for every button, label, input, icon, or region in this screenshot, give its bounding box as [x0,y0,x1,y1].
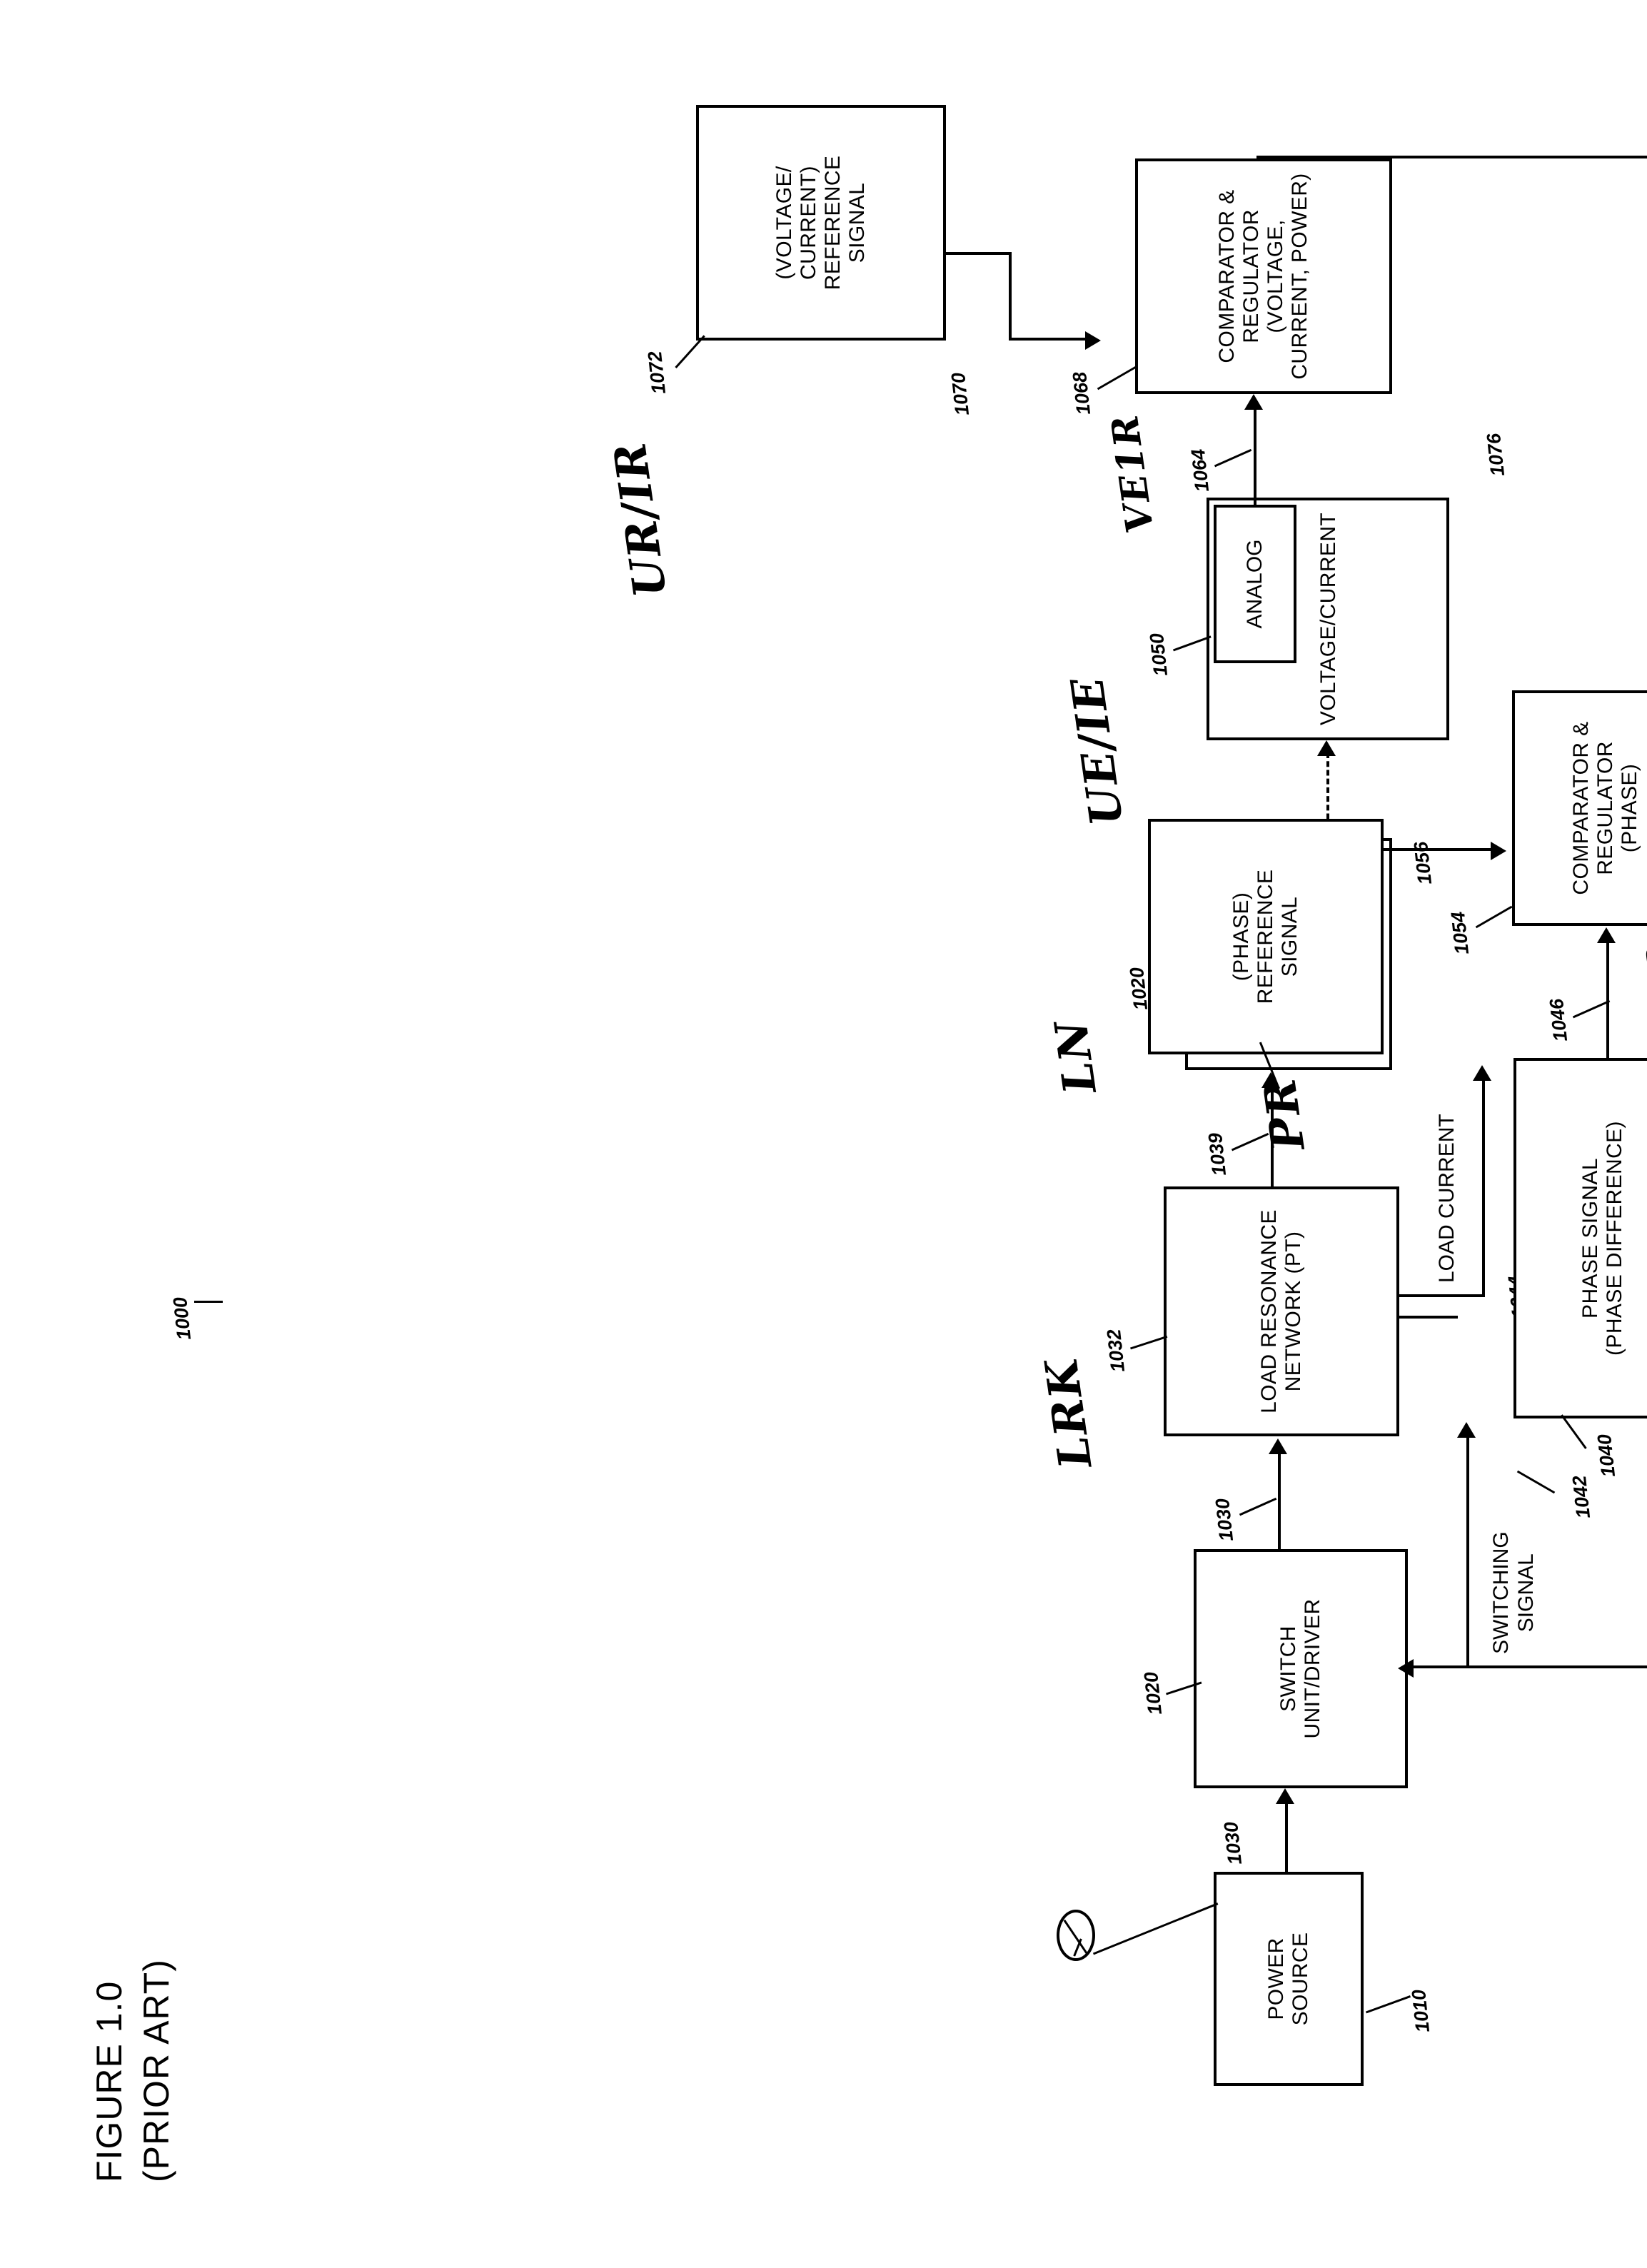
block-vi-reference-signal: (VOLTAGE/ CURRENT) REFERENCE SIGNAL [696,105,946,341]
numeral-comparator-vcp: 1068 [1068,371,1095,416]
numeral-voltage-current: 1050 [1145,632,1172,677]
arrowhead-phase-ref-to-comparator [1491,842,1506,860]
numeral-power-source: 1010 [1407,1988,1434,2034]
patent-figure-sheet: FIGURE 1.0 (PRIOR ART) 1000 POWER SOURCE… [0,0,1647,2268]
leader-phase-signal [1561,1414,1587,1449]
link-load-current [1482,1076,1485,1297]
block-voltage-current-label: VOLTAGE/CURRENT [1316,512,1340,726]
leader-vi-reference [675,335,705,369]
leader-voltage-current [1172,635,1212,652]
leader-circled-cross [1092,1902,1219,1955]
block-comparator-regulator-vcp-label: COMPARATOR & REGULATOR (VOLTAGE, CURRENT… [1214,173,1312,380]
leader-system [194,1301,223,1303]
block-switch-unit-driver-label: SWITCH UNIT/DRIVER [1276,1598,1324,1739]
link-load-current-down [1399,1294,1485,1297]
figure-title: FIGURE 1.0 (PRIOR ART) [89,1959,176,2182]
flow-label-switching-signal: SWITCHING SIGNAL [1489,1531,1538,1654]
arrowhead-load-network-to-voltage-current [1317,740,1336,756]
numeral-lrn: 1032 [1102,1328,1129,1374]
block-analog-label: ANALOG [1242,539,1266,629]
numeral-phase-out: 1046 [1545,997,1572,1043]
block-phase-reference-signal: (PHASE) REFERENCE SIGNAL [1148,819,1384,1054]
handwriting-ve2r: VE2R [1637,939,1647,1064]
arrowhead-load-current [1473,1065,1491,1081]
block-comparator-regulator-vcp: COMPARATOR & REGULATOR (VOLTAGE, CURRENT… [1135,158,1392,394]
leader-vc-out [1214,448,1252,468]
block-load-resonance-network-label: LOAD RESONANCE NETWORK (PT) [1256,1209,1305,1413]
handwriting-ue-ie: UE/IE [1060,672,1134,830]
handwriting-ln: LN [1044,1016,1107,1097]
numeral-switch-unit: 1020 [1139,1670,1167,1716]
numeral-switch-to-lrn: 1030 [1211,1497,1238,1543]
numeral-phase-reference: 1056 [1409,840,1436,886]
block-comparator-regulator-phase: COMPARATOR & REGULATOR (PHASE) [1512,690,1647,926]
arrowhead-analog-to-comparator-vcp [1244,394,1263,410]
arrowhead-feedback-to-switch [1398,1659,1414,1678]
numeral-cvcp-fb: 1076 [1482,432,1509,478]
numeral-vi-reference: 1072 [643,350,670,395]
numeral-lrn-to-ln: 1039 [1204,1132,1231,1177]
numeral-vc-out: 1064 [1187,448,1214,493]
handwriting-pr: PR [1253,1074,1315,1154]
handwriting-lrk: LRK [1034,1354,1102,1472]
link-phase-ref-to-comparator [1384,848,1492,851]
block-vi-reference-signal-label: (VOLTAGE/ CURRENT) REFERENCE SIGNAL [772,155,870,291]
numeral-ref-to-comparator: 1070 [947,371,974,417]
arrowhead-power-to-switch [1276,1788,1294,1804]
block-switch-unit-driver: SWITCH UNIT/DRIVER [1194,1549,1408,1788]
link-switching-signal [1466,1433,1469,1668]
link-ref-to-comparator-vertical [946,252,1012,255]
arrowhead-switching-signal [1457,1422,1476,1438]
link-switch-to-lrn [1278,1449,1281,1549]
block-power-source-label: POWER SOURCE [1264,1932,1312,2026]
block-phase-signal-label: PHASE SIGNAL (PHASE DIFFERENCE) [1578,1121,1626,1356]
arrowhead-phase-to-comparator [1597,927,1616,943]
leader-comparator-vcp [1097,366,1137,390]
link-feedback-up [1408,1665,1647,1668]
flow-label-load-current: LOAD CURRENT [1435,1114,1459,1283]
leader-power-source [1365,1995,1411,2014]
leader-switch-to-lrn [1239,1497,1277,1516]
numeral-phase-signal: 1040 [1593,1433,1620,1478]
link-ref-to-comparator-horizontal [1009,252,1012,341]
numeral-comparator-phase: 1054 [1446,910,1474,956]
link-phase-to-comparator [1606,938,1609,1058]
block-phase-signal: PHASE SIGNAL (PHASE DIFFERENCE) [1513,1058,1647,1418]
leader-comparator-phase [1475,905,1513,929]
block-load-resonance-network: LOAD RESONANCE NETWORK (PT) [1164,1186,1399,1436]
link-power-to-switch [1285,1800,1288,1872]
link-ref-to-comparator-down [1009,338,1087,341]
link-analog-to-comparator-vcp [1254,405,1256,505]
numeral-system: 1000 [168,1296,196,1341]
handwriting-ur-ir: UR/IR [603,438,677,601]
arrowhead-switch-to-lrn [1269,1438,1287,1454]
block-power-source: POWER SOURCE [1214,1872,1364,2086]
leader-lrn [1130,1335,1168,1350]
link-lrn-down [1399,1316,1458,1319]
leader-phase-out [1572,999,1611,1019]
circled-cross-icon [1057,1910,1095,1961]
block-phase-reference-signal-label: (PHASE) REFERENCE SIGNAL [1229,869,1302,1004]
numeral-switching-signal-line: 1042 [1568,1474,1595,1520]
arrowhead-ref-to-comparator [1085,331,1101,350]
block-comparator-regulator-phase-label: COMPARATOR & REGULATOR (PHASE) [1568,721,1642,895]
link-cvcp-feedback-down [1256,156,1647,158]
numeral-power-to-switch: 1030 [1219,1820,1246,1866]
block-analog: ANALOG [1214,505,1296,663]
leader-switching-signal-line [1516,1470,1556,1494]
handwriting-ve1r: VE1R [1102,411,1163,536]
